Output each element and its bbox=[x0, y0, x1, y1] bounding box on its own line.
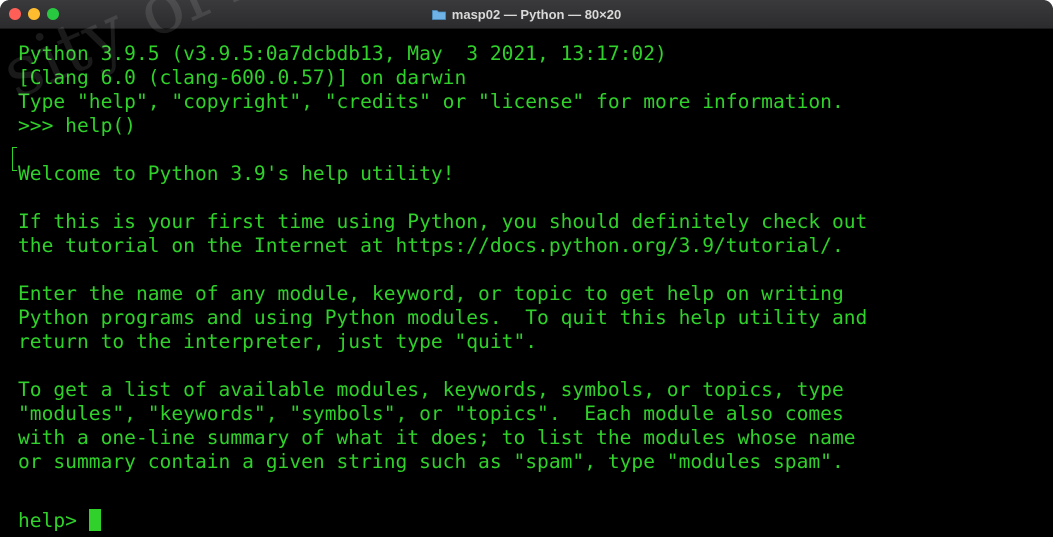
terminal-line: If this is your first time using Python,… bbox=[18, 210, 868, 233]
terminal-line: return to the interpreter, just type "qu… bbox=[18, 330, 538, 353]
terminal-line: "modules", "keywords", "symbols", or "to… bbox=[18, 402, 844, 425]
prompt-line[interactable]: help> bbox=[18, 509, 101, 533]
text-cursor bbox=[88, 509, 101, 531]
terminal-window: masp02 — Python — 80×20 Python 3.9.5 (v3… bbox=[0, 0, 1053, 537]
selection-bracket bbox=[12, 147, 17, 171]
terminal-line: Welcome to Python 3.9's help utility! bbox=[18, 162, 455, 185]
terminal-line: Python programs and using Python modules… bbox=[18, 306, 868, 329]
terminal-line: [Clang 6.0 (clang-600.0.57)] on darwin bbox=[18, 66, 467, 89]
folder-icon bbox=[431, 9, 446, 20]
terminal-line: with a one-line summary of what it does;… bbox=[18, 426, 856, 449]
terminal-output[interactable]: Python 3.9.5 (v3.9.5:0a7dcbdb13, May 3 2… bbox=[0, 29, 1053, 537]
terminal-line: Python 3.9.5 (v3.9.5:0a7dcbdb13, May 3 2… bbox=[18, 42, 667, 65]
title-bar[interactable]: masp02 — Python — 80×20 bbox=[0, 0, 1053, 29]
terminal-line: To get a list of available modules, keyw… bbox=[18, 378, 844, 401]
help-prompt: help> bbox=[18, 509, 89, 532]
terminal-line: Enter the name of any module, keyword, o… bbox=[18, 282, 844, 305]
window-title: masp02 — Python — 80×20 bbox=[451, 6, 622, 22]
terminal-line: Type "help", "copyright", "credits" or "… bbox=[18, 90, 844, 113]
terminal-line: the tutorial on the Internet at https://… bbox=[18, 234, 844, 257]
terminal-line: or summary contain a given string such a… bbox=[18, 450, 844, 473]
terminal-line: >>> help() bbox=[18, 114, 136, 137]
window-title-group: masp02 — Python — 80×20 bbox=[0, 0, 1053, 28]
